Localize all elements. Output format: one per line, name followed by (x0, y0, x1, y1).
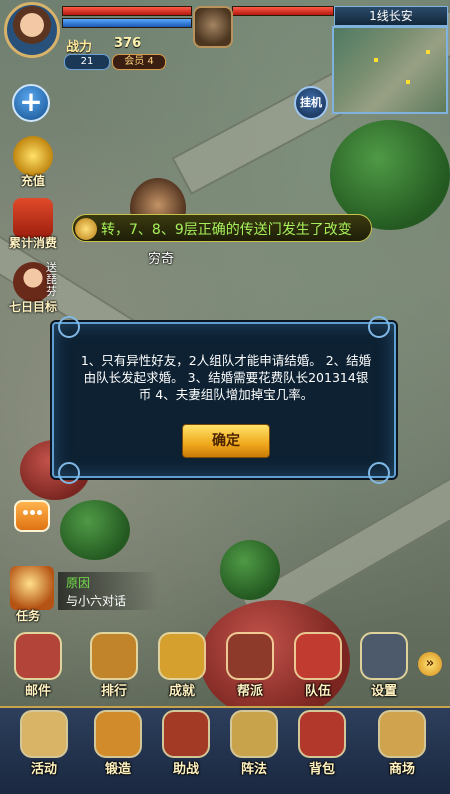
backpack-label: 背包 (308, 762, 335, 777)
formation-icon (232, 712, 276, 756)
dialog-message: 1、只有异性好友，2人组队才能申请结婚。 2、结婚由队长发起求婚。 3、结婚需要… (80, 353, 372, 402)
forge-label: 锻造 (104, 762, 131, 777)
ranking-icon (92, 634, 136, 678)
minimap-marker (406, 80, 410, 84)
ornament-icon (58, 462, 80, 484)
gift-hint-text: 送琵芬 (46, 261, 57, 298)
activity-icon (22, 712, 66, 756)
quest-scroll-icon[interactable] (10, 566, 54, 610)
collapse-menu-arrow-icon[interactable]: » (418, 652, 442, 676)
guild-button[interactable]: 帮派 (220, 634, 280, 700)
team-label: 队伍 (304, 684, 331, 699)
minimap-marker (426, 50, 430, 54)
vip-badge[interactable]: 会员 4 (112, 54, 166, 70)
formation-button[interactable]: 阵法 (224, 712, 284, 778)
backpack-icon (300, 712, 344, 756)
notice-text: 转，7、8、9层正确的传送门发生了改变 (101, 222, 352, 238)
menu-row-bottom: 活动 锻造 助战 阵法 背包 商场 (0, 712, 450, 780)
assist-battle-label: 助战 (172, 762, 199, 777)
formation-label: 阵法 (240, 762, 267, 777)
garden-bush (60, 500, 130, 560)
minimap-marker (374, 58, 378, 62)
settings-label: 设置 (370, 684, 397, 699)
combat-power-value: 376 (114, 36, 142, 51)
server-line-label[interactable]: 1线长安 (334, 6, 448, 26)
level-badge: 21 (64, 54, 110, 70)
quest-title: 原因 (66, 576, 91, 590)
mail-label: 邮件 (24, 684, 51, 699)
npc-name: 穷奇 (148, 252, 175, 267)
pet-portrait-icon[interactable] (193, 6, 233, 48)
gift-box-icon (13, 198, 53, 238)
menu-row-top: 邮件 排行 成就 帮派 队伍 设置 (0, 634, 450, 702)
quest-description: 与小六对话 (66, 594, 127, 608)
assist-icon (164, 712, 208, 756)
shop-icon (380, 712, 424, 756)
player-mp-bar (62, 18, 192, 28)
settings-button[interactable]: 设置 (354, 634, 414, 700)
achievement-button[interactable]: 成就 (152, 634, 212, 700)
guild-icon (228, 634, 272, 678)
recharge-button[interactable]: 充值 (2, 136, 64, 189)
quest-tracker[interactable]: 原因 与小六对话 (58, 572, 158, 610)
shop-button[interactable]: 商场 (372, 712, 432, 778)
ranking-button[interactable]: 排行 (84, 634, 144, 700)
pet-hp-bar (232, 6, 334, 16)
player-avatar[interactable] (4, 2, 60, 58)
combat-power-label: 战力 (66, 40, 93, 55)
minimap[interactable] (332, 26, 448, 114)
assist-battle-button[interactable]: 助战 (156, 712, 216, 778)
quest-category: 任务 (16, 609, 41, 623)
activity-label: 活动 (30, 762, 57, 777)
forge-button[interactable]: 锻造 (88, 712, 148, 778)
team-button[interactable]: 队伍 (288, 634, 348, 700)
cumulative-spend-label: 累计消费 (8, 236, 57, 250)
achievement-label: 成就 (168, 684, 195, 699)
forge-icon (96, 712, 140, 756)
info-dialog: 1、只有异性好友，2人组队才能申请结婚。 2、结婚由队长发起求婚。 3、结婚需要… (52, 316, 396, 484)
recharge-label: 充值 (20, 174, 45, 188)
seven-day-goal-label: 七日目标 (8, 300, 57, 314)
cumulative-spend-button[interactable]: 累计消费 (2, 198, 64, 251)
mail-icon (16, 634, 60, 678)
ornament-icon (58, 316, 80, 338)
ornament-icon (368, 462, 390, 484)
notice-banner: 转，7、8、9层正确的传送门发生了改变 (72, 214, 372, 242)
activity-button[interactable]: 活动 (14, 712, 74, 778)
settings-icon (362, 634, 406, 678)
backpack-button[interactable]: 背包 (292, 712, 352, 778)
expand-menu-button[interactable]: + (12, 84, 50, 122)
achievement-icon (160, 634, 204, 678)
ranking-label: 排行 (100, 684, 127, 699)
ornament-icon (368, 316, 390, 338)
garden-bush (220, 540, 280, 600)
mail-button[interactable]: 邮件 (8, 634, 68, 700)
gold-coin-icon (13, 136, 53, 176)
megaphone-icon (75, 218, 97, 240)
shop-label: 商场 (388, 762, 415, 777)
chat-button[interactable] (14, 500, 50, 532)
auto-battle-button[interactable]: 挂机 (294, 86, 328, 120)
guild-label: 帮派 (236, 684, 263, 699)
player-hp-bar (62, 6, 192, 16)
team-icon (296, 634, 340, 678)
confirm-button[interactable]: 确定 (182, 424, 270, 458)
